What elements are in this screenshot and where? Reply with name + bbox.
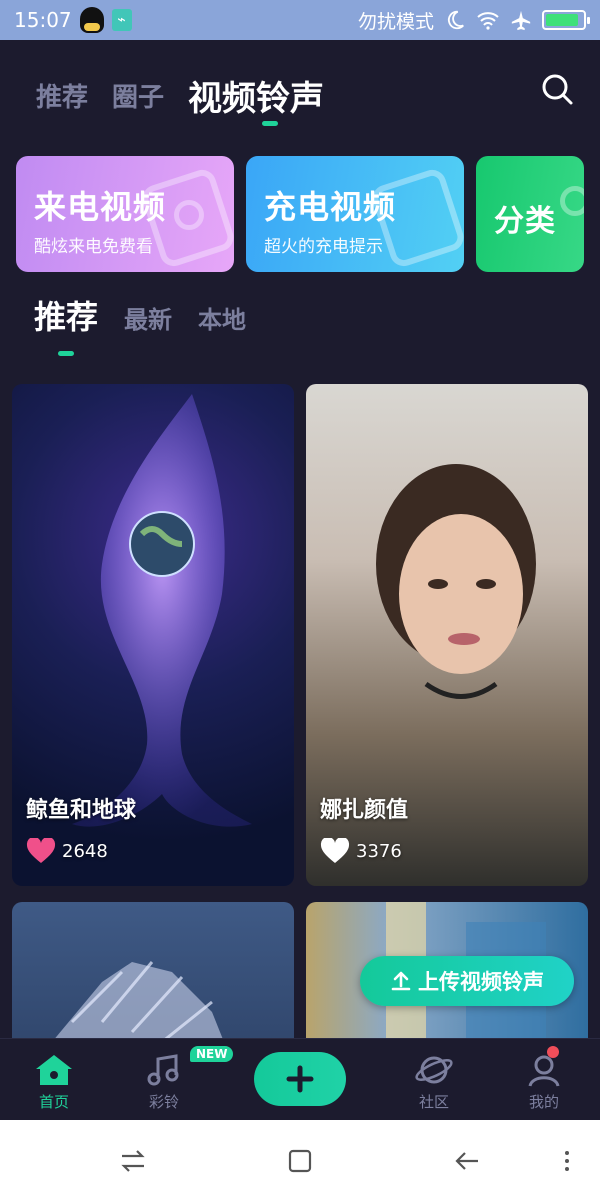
heart-icon	[26, 838, 56, 863]
subtab-latest[interactable]: 最新	[124, 300, 172, 335]
like-count-value: 3376	[356, 840, 402, 862]
tab-circle[interactable]: 圈子	[112, 77, 164, 114]
video-title: 娜扎颜值	[320, 798, 409, 823]
top-tab-indicator	[262, 121, 278, 126]
charging-video-card[interactable]: 充电视频 超火的充电提示	[246, 156, 464, 272]
like-count[interactable]: 2648	[26, 838, 108, 864]
subtab-indicator	[58, 351, 74, 356]
back-arrow-icon[interactable]	[452, 1146, 482, 1176]
status-bar: 15:07 ⌁ 勿扰模式	[0, 0, 600, 40]
search-icon[interactable]	[540, 72, 574, 106]
video-card[interactable]	[12, 902, 294, 1040]
feature-cards: 来电视频 酷炫来电免费看 充电视频 超火的充电提示 分类	[16, 156, 600, 274]
plus-icon	[286, 1065, 314, 1093]
video-grid: 鲸鱼和地球 2648 娜扎颜值 3376	[12, 384, 590, 1040]
incoming-call-video-card[interactable]: 来电视频 酷炫来电免费看	[16, 156, 234, 272]
tab-recommend[interactable]: 推荐	[36, 77, 88, 114]
category-card[interactable]: 分类	[476, 156, 584, 272]
video-title: 鲸鱼和地球	[26, 798, 137, 823]
nav-label: 彩铃	[148, 1093, 179, 1111]
switch-app-icon[interactable]	[118, 1146, 148, 1176]
upload-button-label: 上传视频铃声	[418, 970, 544, 994]
feature-subtitle: 酷炫来电免费看	[34, 237, 153, 257]
video-card[interactable]: 鲸鱼和地球 2648	[12, 384, 294, 886]
notification-dot	[547, 1046, 559, 1058]
battery-fill	[546, 14, 579, 26]
status-time: 15:07	[14, 8, 72, 32]
person-icon	[528, 1055, 560, 1087]
feature-subtitle: 超火的充电提示	[264, 237, 383, 257]
airplane-icon	[511, 10, 531, 31]
nav-mine[interactable]: 我的	[504, 1053, 584, 1112]
heart-icon	[320, 838, 350, 863]
qq-icon	[79, 7, 104, 33]
planet-icon	[415, 1056, 453, 1084]
category-deco-icon	[560, 186, 584, 216]
nav-label: 社区	[418, 1093, 449, 1111]
system-nav-bar	[0, 1120, 600, 1200]
video-card[interactable]: 娜扎颜值 3376	[306, 384, 588, 886]
add-button[interactable]	[254, 1052, 346, 1106]
feature-title: 分类	[494, 204, 556, 239]
dnd-label: 勿扰模式	[357, 10, 434, 33]
nav-label: 我的	[528, 1093, 559, 1111]
home-icon	[36, 1055, 72, 1085]
whale-earth-thumbnail	[72, 394, 252, 827]
nav-home[interactable]: 首页	[14, 1053, 94, 1112]
nav-community[interactable]: 社区	[394, 1053, 474, 1112]
subtab-recommend[interactable]: 推荐	[34, 292, 98, 338]
battery-icon	[542, 10, 590, 30]
music-note-icon	[147, 1054, 179, 1086]
subtab-local[interactable]: 本地	[198, 300, 246, 335]
nav-label: 首页	[38, 1093, 69, 1111]
upload-video-ringtone-button[interactable]: 上传视频铃声	[360, 956, 574, 1006]
wifi-icon	[477, 12, 499, 30]
menu-dots-icon[interactable]	[552, 1146, 582, 1176]
like-count[interactable]: 3376	[320, 838, 402, 864]
portrait-thumbnail	[376, 464, 536, 699]
tab-video-ringtone[interactable]: 视频铃声	[188, 71, 324, 120]
upload-icon	[391, 971, 411, 991]
moon-icon	[447, 10, 464, 30]
like-count-value: 2648	[62, 840, 108, 862]
usb-icon: ⌁	[111, 9, 132, 31]
home-square-icon[interactable]	[285, 1146, 315, 1176]
sub-tabs: 推荐 最新 本地	[34, 292, 246, 338]
feather-thumbnail	[53, 961, 224, 1040]
new-badge: NEW	[190, 1046, 234, 1062]
play-deco-icon	[174, 200, 204, 230]
top-nav: 推荐 圈子 视频铃声	[36, 60, 576, 130]
